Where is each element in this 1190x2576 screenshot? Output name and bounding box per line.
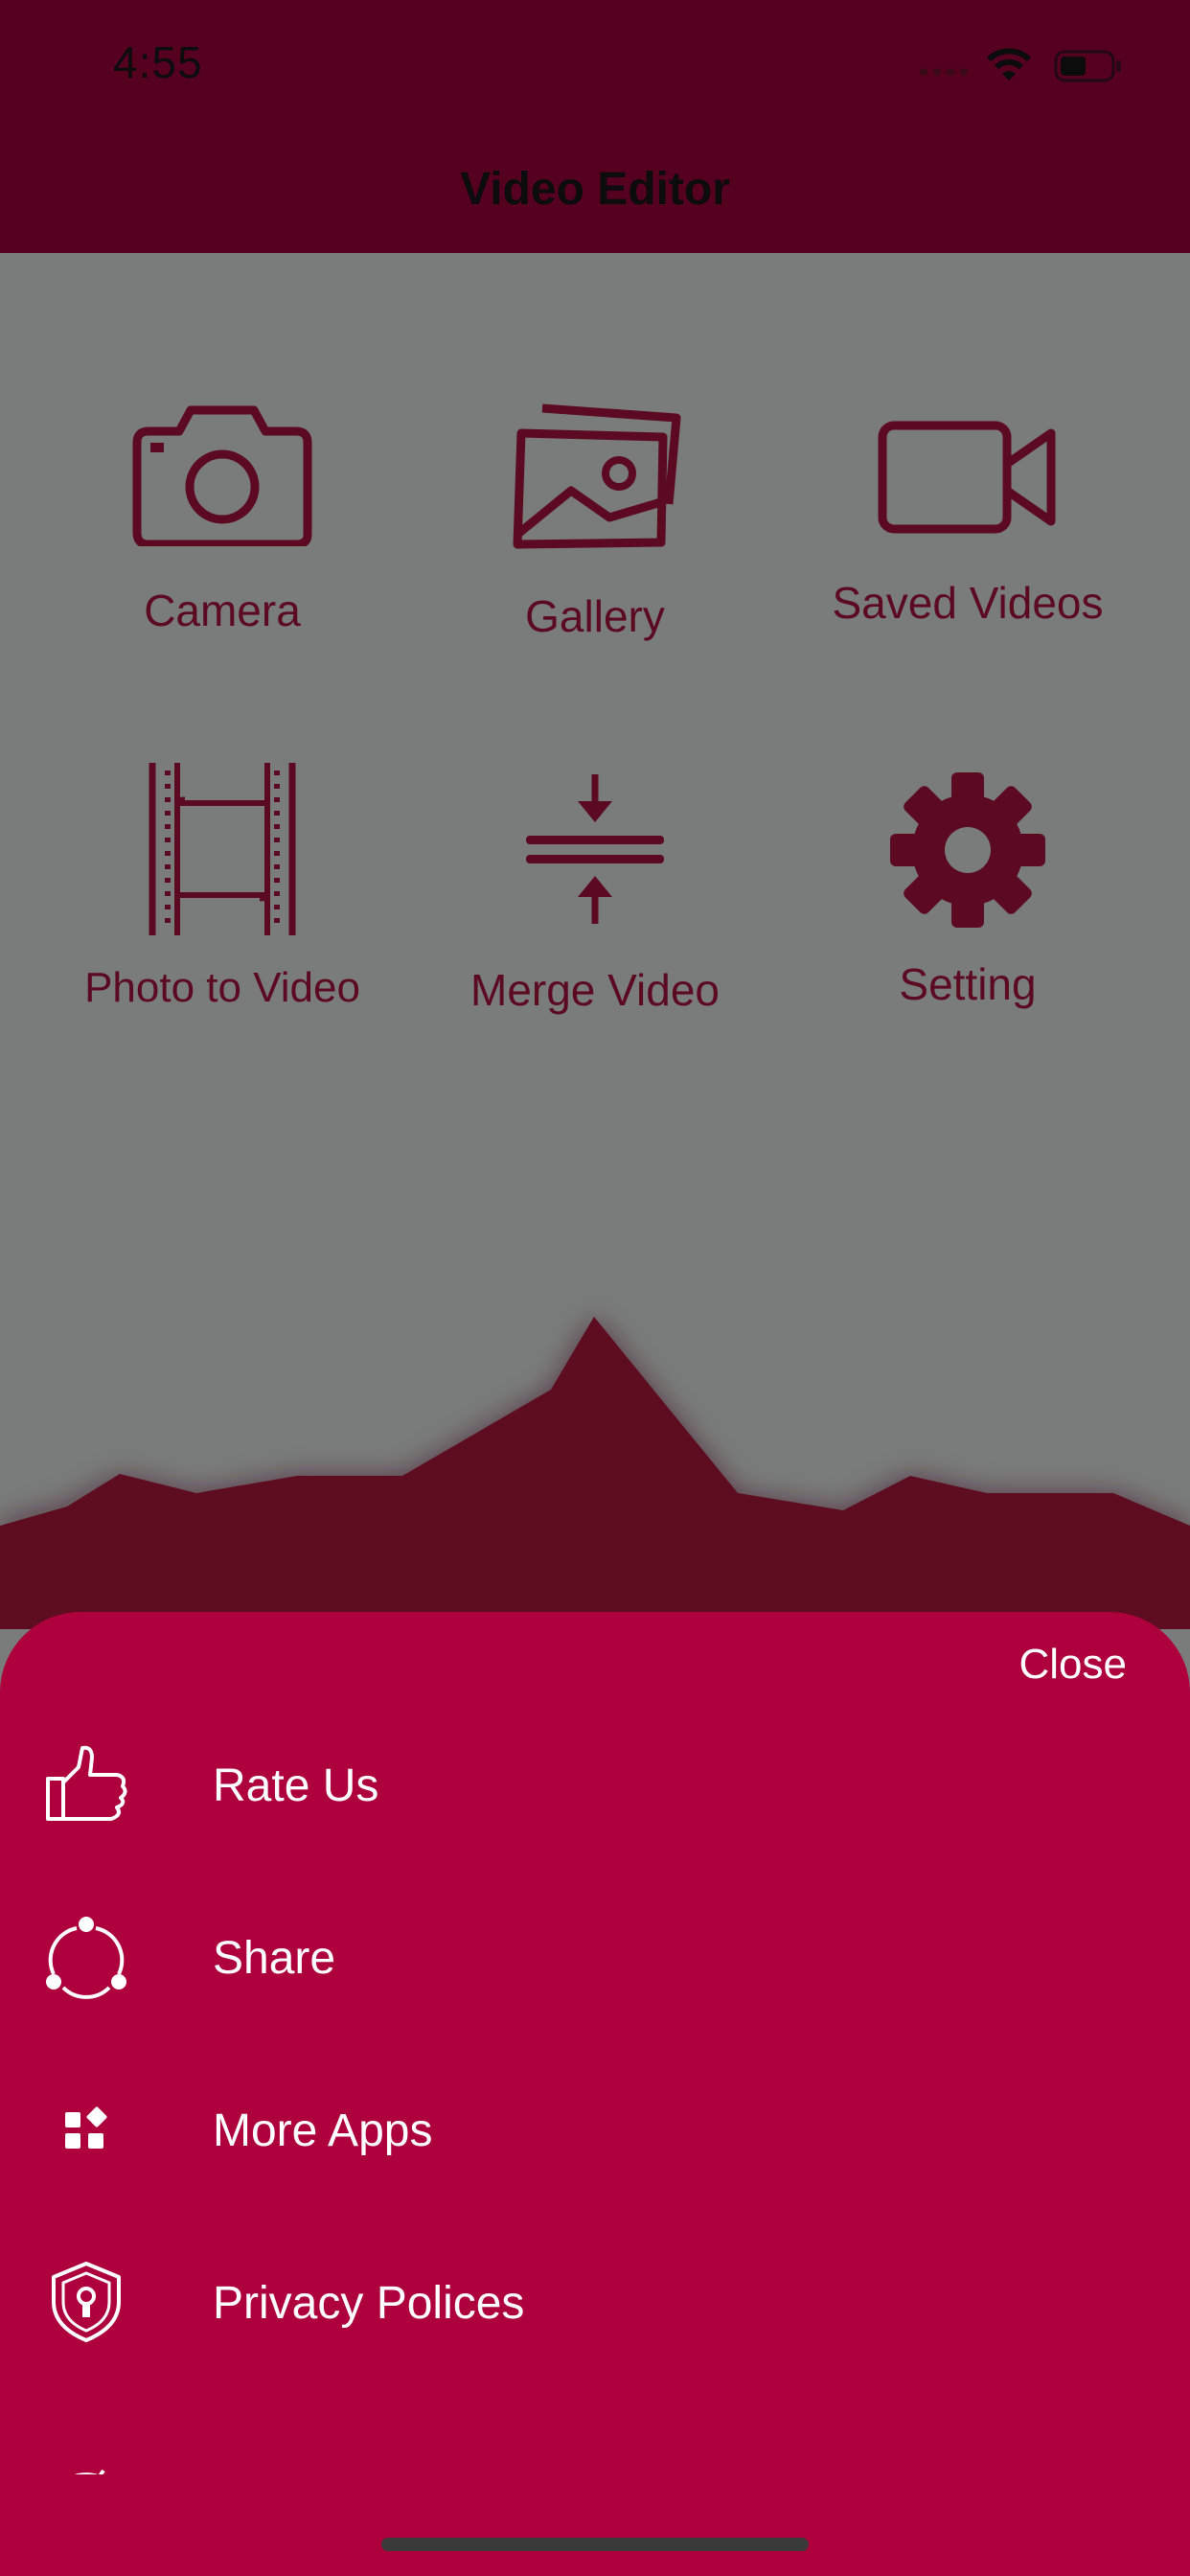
speedometer-icon xyxy=(63,2469,109,2480)
apps-icon xyxy=(65,2106,107,2149)
menu-item-label: Rate Us xyxy=(213,1760,379,1811)
saved-videos-label: Saved Videos xyxy=(832,578,1104,628)
menu-item-privacy-polices[interactable]: Privacy Polices xyxy=(0,2231,1190,2375)
share-icon xyxy=(46,1917,126,1999)
video-camera-icon xyxy=(878,421,1056,534)
bottom-sheet: Close Rate Us Share More Apps Privacy Po… xyxy=(0,1612,1190,2576)
menu-item-more-apps[interactable]: More Apps xyxy=(0,2058,1190,2202)
wifi-icon xyxy=(987,48,1031,80)
gallery-button[interactable]: Gallery xyxy=(423,399,767,642)
menu-item-share[interactable]: Share xyxy=(0,1886,1190,2030)
setting-button[interactable]: Setting xyxy=(795,769,1140,1010)
camera-label: Camera xyxy=(144,586,301,635)
gallery-icon xyxy=(513,403,681,549)
film-strip-icon xyxy=(149,763,296,935)
status-time: 4:55 xyxy=(113,37,203,87)
battery-icon xyxy=(1054,50,1121,82)
menu-item-label: More Apps xyxy=(213,2105,433,2156)
merge-icon xyxy=(526,774,664,924)
gallery-label: Gallery xyxy=(525,591,665,641)
menu-item-partial[interactable] xyxy=(0,2404,1190,2480)
home-indicator[interactable] xyxy=(381,2538,809,2551)
menu-item-rate-us[interactable]: Rate Us xyxy=(0,1714,1190,1857)
photo-to-video-button[interactable]: Photo to Video xyxy=(50,761,395,1012)
cellular-signal-icon xyxy=(920,68,968,76)
photo-to-video-label: Photo to Video xyxy=(84,964,360,1011)
menu-item-label: Share xyxy=(213,1933,336,1984)
mountain-illustration xyxy=(0,1317,1190,1629)
merge-video-button[interactable]: Merge Video xyxy=(423,772,767,1016)
navigation-bar: 4:55 Video Editor xyxy=(0,0,1190,253)
close-button[interactable]: Close xyxy=(1019,1641,1128,1689)
saved-videos-button[interactable]: Saved Videos xyxy=(795,420,1140,629)
shield-lock-icon xyxy=(52,2262,121,2342)
gear-icon xyxy=(890,772,1045,928)
camera-icon xyxy=(132,405,312,546)
merge-video-label: Merge Video xyxy=(470,965,720,1015)
camera-button[interactable]: Camera xyxy=(50,402,395,636)
thumbs-up-icon xyxy=(46,1745,127,1821)
setting-label: Setting xyxy=(899,959,1037,1009)
sheet-bottom-fade xyxy=(0,2474,1190,2576)
menu-item-label: Privacy Polices xyxy=(213,2278,525,2329)
page-title: Video Editor xyxy=(460,164,730,215)
